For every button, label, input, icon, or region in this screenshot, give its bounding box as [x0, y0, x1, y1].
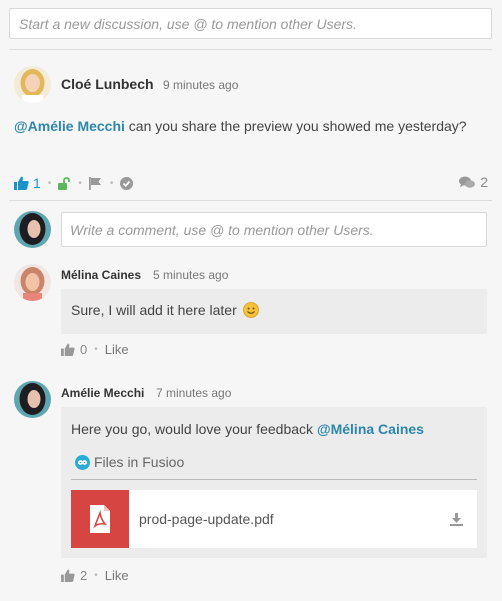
comment-count[interactable]: 2 — [454, 174, 488, 190]
separator-dot: • — [94, 570, 98, 581]
like-button[interactable]: Like — [105, 342, 129, 357]
download-icon[interactable] — [450, 512, 463, 526]
post-actions: 1 • • • — [14, 174, 134, 192]
comments-icon — [459, 176, 476, 189]
unlock-icon[interactable] — [58, 176, 71, 190]
files-section-label: Files in Fusioo — [71, 454, 184, 470]
comment-count-value: 2 — [480, 174, 488, 190]
comment-bubble: Sure, I will add it here later — [61, 289, 487, 334]
post-author-name[interactable]: Cloé Lunbech — [61, 76, 154, 92]
separator-dot: • — [109, 177, 114, 189]
divider — [71, 479, 477, 480]
post-text: can you share the preview you showed me … — [124, 118, 467, 134]
check-circle-icon[interactable] — [120, 176, 134, 190]
comment-timestamp: 7 minutes ago — [156, 386, 232, 400]
thumbs-up-icon[interactable] — [61, 343, 75, 356]
comment-author-name[interactable]: Amélie Mecchi — [61, 386, 144, 400]
separator-dot: • — [78, 177, 82, 189]
file-attachment[interactable]: prod-page-update.pdf — [71, 490, 477, 548]
comment-like-count: 2 — [80, 568, 88, 583]
comment-like-count: 0 — [80, 342, 88, 357]
divider — [9, 49, 492, 50]
file-name[interactable]: prod-page-update.pdf — [139, 511, 450, 527]
comment-author-name[interactable]: Mélina Caines — [61, 268, 141, 282]
post-like-count: 1 — [33, 175, 41, 191]
comment-actions: 2 • Like — [61, 568, 129, 583]
thumbs-up-icon[interactable] — [14, 176, 29, 190]
avatar[interactable] — [14, 66, 51, 103]
post-timestamp: 9 minutes ago — [163, 78, 239, 92]
fusioo-logo-icon — [75, 454, 90, 470]
separator-dot: • — [47, 177, 52, 189]
divider — [9, 200, 492, 201]
comment-timestamp: 5 minutes ago — [153, 268, 229, 282]
current-user-avatar — [14, 211, 51, 248]
new-discussion-input[interactable]: Start a new discussion, use @ to mention… — [9, 8, 492, 39]
like-button[interactable]: Like — [105, 568, 129, 583]
flag-icon[interactable] — [88, 176, 103, 190]
mention-link[interactable]: @Amélie Mecchi — [14, 118, 125, 134]
comment-actions: 0 • Like — [61, 342, 129, 357]
comment-bubble: Here you go, would love your feedback @M… — [61, 407, 487, 558]
avatar[interactable] — [14, 264, 51, 301]
separator-dot: • — [94, 344, 98, 355]
mention-link[interactable]: @Mélina Caines — [317, 421, 424, 437]
avatar[interactable] — [14, 381, 51, 418]
pdf-file-icon — [71, 490, 129, 548]
thumbs-up-icon[interactable] — [61, 569, 75, 582]
smile-emoji — [242, 302, 259, 321]
post-body: @Amélie Mecchi can you share the preview… — [14, 116, 484, 137]
comment-text: Here you go, would love your feedback @M… — [71, 421, 424, 437]
comment-input[interactable]: Write a comment, use @ to mention other … — [61, 212, 487, 247]
comment-text: Sure, I will add it here later — [71, 302, 259, 321]
